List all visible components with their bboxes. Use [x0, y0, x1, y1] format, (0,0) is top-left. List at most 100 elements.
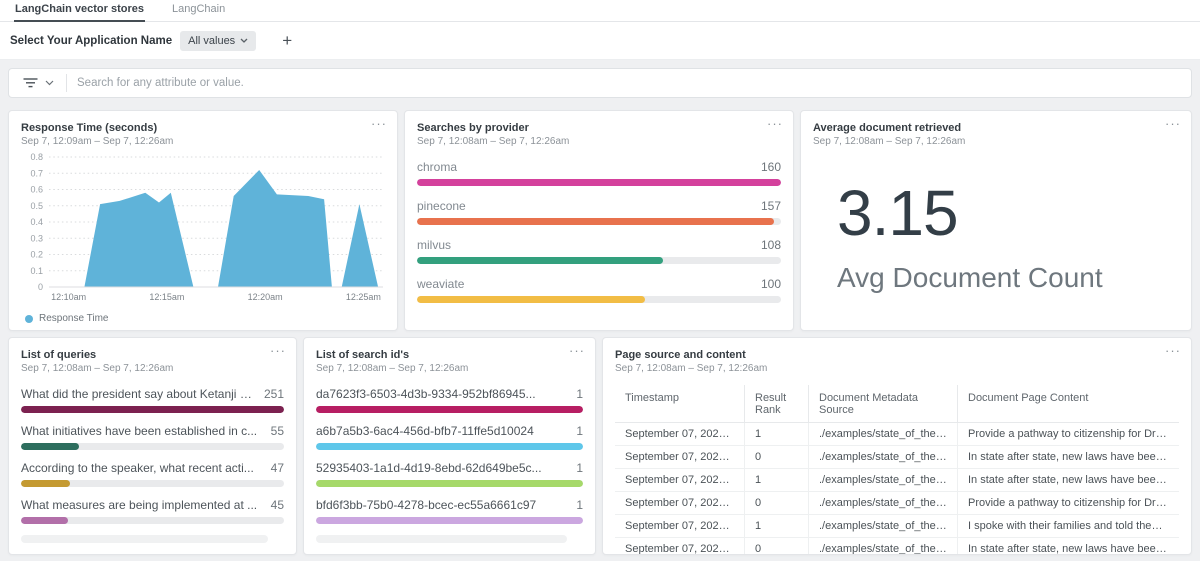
- column-header-document-page-content[interactable]: Document Page Content: [957, 385, 1179, 422]
- bar-row[interactable]: milvus108: [417, 238, 781, 264]
- widget-title: Searches by provider: [417, 121, 781, 135]
- bar-track: [21, 406, 284, 413]
- cell-result-rank: 0: [744, 492, 808, 514]
- bar-track: [417, 218, 781, 225]
- bar-fill: [316, 443, 583, 450]
- bar-fill: [417, 296, 645, 303]
- cell-timestamp: September 07, 2023 0:25:21: [615, 538, 744, 555]
- bar-row[interactable]: weaviate100: [417, 277, 781, 303]
- bar-label: What did the president say about Ketanji…: [21, 387, 264, 401]
- bar-value: 251: [264, 387, 284, 401]
- bar-value: 1: [576, 424, 583, 438]
- bar-row[interactable]: bfd6f3bb-75b0-4278-bcec-ec55a6661c971: [316, 498, 583, 524]
- bar-label: 52935403-1a1d-4d19-8ebd-62d649be5c...: [316, 461, 552, 475]
- widget-menu-button[interactable]: ···: [1165, 344, 1181, 357]
- table-row[interactable]: September 07, 2023 0:25:211./examples/st…: [615, 515, 1179, 538]
- table-row[interactable]: September 07, 2023 0:25:210./examples/st…: [615, 538, 1179, 555]
- svg-text:0.3: 0.3: [30, 233, 43, 243]
- widget-menu-button[interactable]: ···: [569, 344, 585, 357]
- query-bar-list: What did the president say about Ketanji…: [21, 387, 284, 543]
- bar-label: da7623f3-6503-4d3b-9334-952bf86945...: [316, 387, 546, 401]
- bar-row[interactable]: What did the president say about Ketanji…: [21, 387, 284, 413]
- widget-title: List of search id's: [316, 348, 583, 362]
- bar-fill: [417, 218, 774, 225]
- widget-menu-button[interactable]: ···: [1165, 117, 1181, 130]
- bar-row[interactable]: According to the speaker, what recent ac…: [21, 461, 284, 487]
- bar-row-partial: [21, 535, 284, 543]
- widget-searches-by-provider: Searches by provider Sep 7, 12:08am – Se…: [404, 110, 794, 331]
- bar-track: [417, 257, 781, 264]
- bar-row[interactable]: What initiatives have been established i…: [21, 424, 284, 450]
- table-row[interactable]: September 07, 2023 0:25:231./examples/st…: [615, 423, 1179, 446]
- bar-value: 55: [271, 424, 284, 438]
- svg-text:12:10am: 12:10am: [51, 292, 86, 302]
- bar-value: 45: [271, 498, 284, 512]
- cell-page-content: In state after state, new laws have been…: [957, 446, 1179, 468]
- widget-menu-button[interactable]: ···: [767, 117, 783, 130]
- widget-title: List of queries: [21, 348, 284, 362]
- widget-menu-button[interactable]: ···: [371, 117, 387, 130]
- svg-text:0.5: 0.5: [30, 201, 43, 211]
- bar-fill: [21, 406, 284, 413]
- bar-row[interactable]: da7623f3-6503-4d3b-9334-952bf86945... 1: [316, 387, 583, 413]
- application-name-dropdown[interactable]: All values: [180, 31, 256, 51]
- widget-title: Average document retrieved: [813, 121, 1179, 135]
- svg-text:0.1: 0.1: [30, 266, 43, 276]
- widget-timerange: Sep 7, 12:08am – Sep 7, 12:26am: [813, 135, 1179, 148]
- bar-value: 47: [271, 461, 284, 475]
- widget-average-document-retrieved: Average document retrieved Sep 7, 12:08a…: [800, 110, 1192, 331]
- bar-row[interactable]: 52935403-1a1d-4d19-8ebd-62d649be5c...1: [316, 461, 583, 487]
- cell-metadata-source: ./examples/state_of_the_union.txt: [808, 469, 957, 491]
- widget-timerange: Sep 7, 12:08am – Sep 7, 12:26am: [21, 362, 284, 375]
- tab-langchain-vector-stores[interactable]: LangChain vector stores: [14, 0, 145, 22]
- bar-fill: [417, 257, 663, 264]
- bar-fill: [21, 517, 68, 524]
- bar-row[interactable]: chroma160: [417, 160, 781, 186]
- bar-fill: [316, 517, 583, 524]
- legend-dot-icon: [25, 315, 33, 323]
- provider-bar-list: chroma160 pinecone 157 milvus108 weaviate100: [417, 160, 781, 303]
- column-header-result-rank[interactable]: Result Rank: [744, 385, 808, 422]
- widget-timerange: Sep 7, 12:08am – Sep 7, 12:26am: [615, 362, 1179, 375]
- cell-metadata-source: ./examples/state_of_the_union.txt: [808, 423, 957, 445]
- chevron-down-icon: [45, 80, 54, 86]
- table-row[interactable]: September 07, 2023 0:25:221./examples/st…: [615, 469, 1179, 492]
- widget-grid: Response Time (seconds) Sep 7, 12:09am –…: [8, 110, 1192, 555]
- bar-row[interactable]: a6b7a5b3-6ac4-456d-bfb7-11ffe5d100241: [316, 424, 583, 450]
- svg-text:0.4: 0.4: [30, 217, 43, 227]
- response-time-chart[interactable]: 00.10.20.30.40.50.60.70.812:10am12:15am1…: [21, 151, 387, 303]
- widget-response-time: Response Time (seconds) Sep 7, 12:09am –…: [8, 110, 398, 331]
- filter-menu-button[interactable]: [19, 78, 60, 88]
- legend-label: Response Time: [39, 313, 108, 324]
- bar-label: chroma: [417, 160, 467, 174]
- bar-label: What initiatives have been established i…: [21, 424, 267, 438]
- column-header-timestamp[interactable]: Timestamp: [615, 385, 744, 422]
- bar-row[interactable]: What measures are being implemented at .…: [21, 498, 284, 524]
- bar-fill: [316, 480, 583, 487]
- query-value: 3.15: [837, 178, 1179, 248]
- widget-title: Response Time (seconds): [21, 121, 385, 135]
- column-header-document-metadata-source[interactable]: Document Metadata Source: [808, 385, 957, 422]
- search-input[interactable]: [77, 77, 1181, 89]
- cell-timestamp: September 07, 2023 0:25:22: [615, 492, 744, 514]
- svg-text:0.2: 0.2: [30, 250, 43, 260]
- bar-value: 1: [576, 387, 583, 401]
- table-row[interactable]: September 07, 2023 0:25:230./examples/st…: [615, 446, 1179, 469]
- svg-text:12:15am: 12:15am: [149, 292, 184, 302]
- bar-track: [316, 480, 583, 487]
- bar-label: pinecone: [417, 199, 476, 213]
- bar-track: [417, 179, 781, 186]
- bar-value: 157: [761, 199, 781, 213]
- widget-menu-button[interactable]: ···: [270, 344, 286, 357]
- widget-page-source-and-content: Page source and content Sep 7, 12:08am –…: [602, 337, 1192, 555]
- tab-langchain[interactable]: LangChain: [171, 0, 226, 22]
- table-row[interactable]: September 07, 2023 0:25:220./examples/st…: [615, 492, 1179, 515]
- dashboard-app: LangChain vector stores LangChain Select…: [0, 0, 1200, 555]
- cell-result-rank: 1: [744, 423, 808, 445]
- widget-list-of-search-ids: List of search id's Sep 7, 12:08am – Sep…: [303, 337, 596, 555]
- table-body: September 07, 2023 0:25:231./examples/st…: [615, 423, 1179, 555]
- top-header: LangChain vector stores LangChain Select…: [0, 0, 1200, 60]
- cell-page-content: Provide a pathway to citizenship for Dre…: [957, 423, 1179, 445]
- bar-row[interactable]: pinecone 157: [417, 199, 781, 225]
- add-template-variable-button[interactable]: +: [282, 32, 292, 49]
